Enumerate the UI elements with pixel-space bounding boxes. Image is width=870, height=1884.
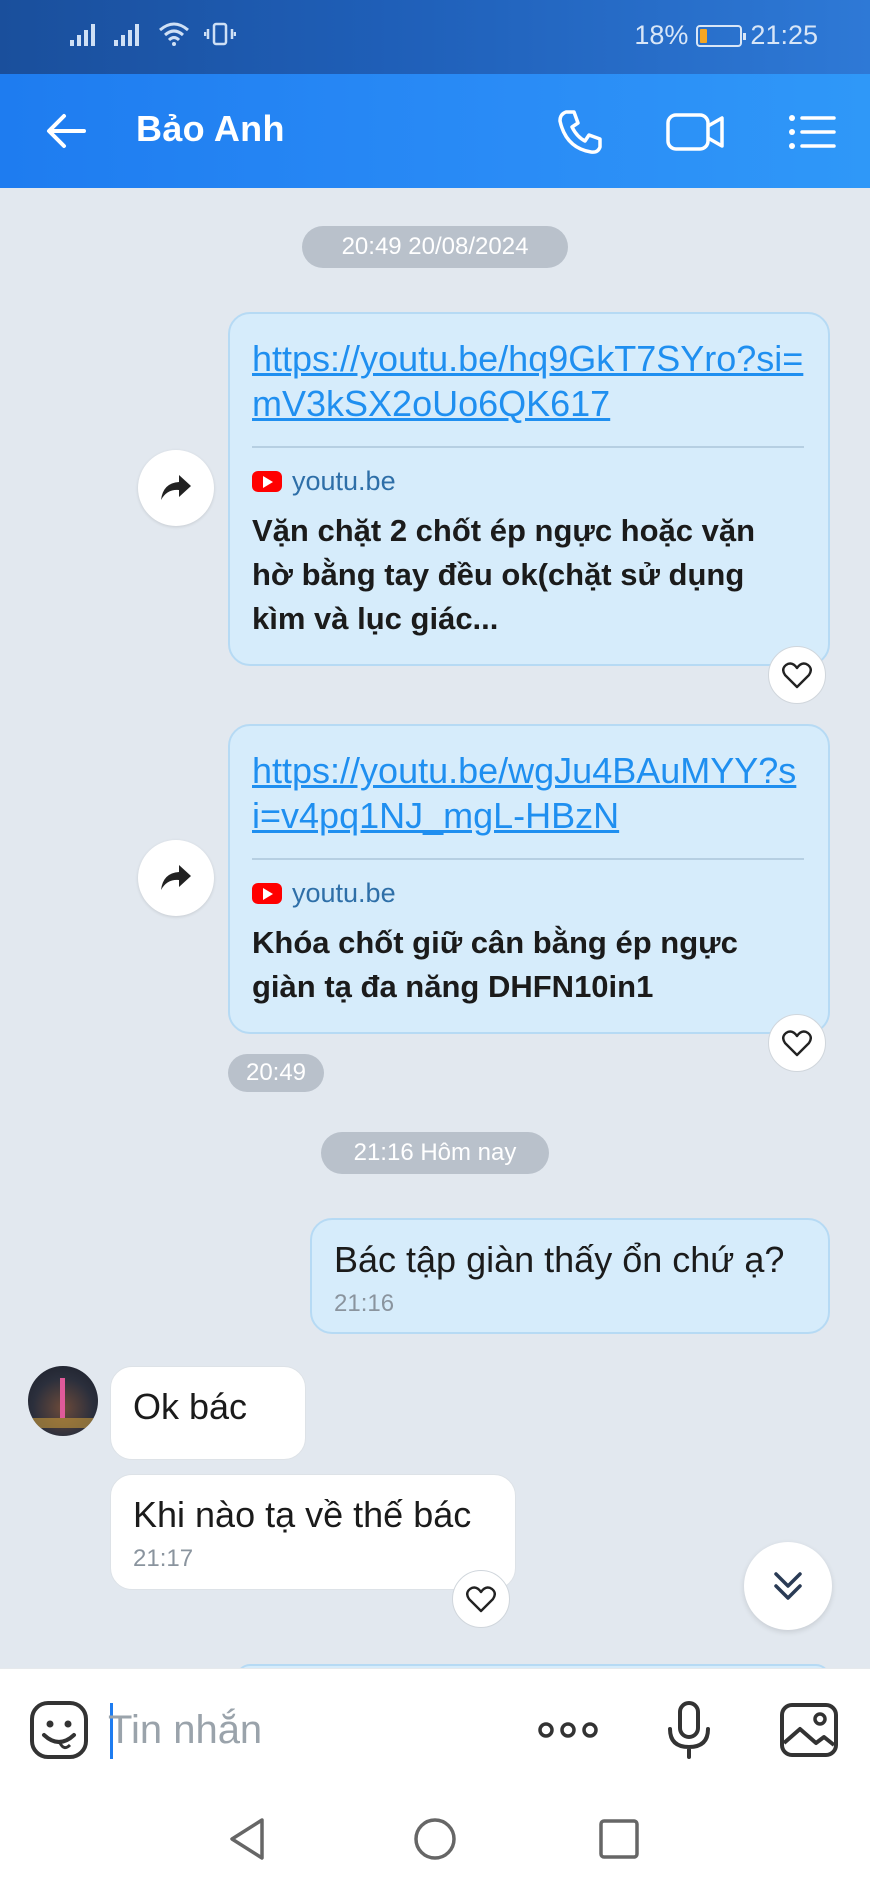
status-bar: 18% 21:25 — [0, 0, 870, 74]
signal-icon — [70, 24, 95, 46]
battery-percent: 18% — [634, 20, 689, 50]
vibrate-icon — [204, 22, 236, 46]
battery-icon — [696, 24, 747, 47]
message-time-badge: 20:49 — [228, 1054, 324, 1092]
message-time: 21:16 — [334, 1290, 395, 1317]
sticker-icon[interactable] — [28, 1699, 90, 1761]
wifi-icon — [159, 22, 189, 46]
chat-area[interactable]: 20:49 20/08/2024 https://youtu.be/hq9GkT… — [0, 188, 870, 1678]
scroll-to-bottom-button[interactable] — [744, 1542, 832, 1630]
share-forward-icon — [161, 865, 191, 890]
message-text: Ok bác — [133, 1386, 248, 1427]
message-input[interactable] — [108, 1699, 508, 1761]
menu-list-icon[interactable] — [784, 104, 840, 160]
phone-icon[interactable] — [552, 104, 608, 160]
chevron-double-down-icon — [774, 1572, 802, 1600]
image-icon[interactable] — [778, 1699, 840, 1761]
link-title: Khóa chốt giữ cân bằng ép ngực giàn tạ đ… — [252, 925, 738, 1004]
status-time: 21:25 — [750, 20, 818, 50]
link-title: Vặn chặt 2 chốt ép ngực hoặc vặn hờ bằng… — [252, 513, 756, 636]
heart-icon — [466, 1586, 496, 1613]
share-forward-icon — [161, 475, 191, 500]
more-dots-icon[interactable] — [536, 1699, 600, 1761]
message-text: Bác tập giàn thấy ổn chứ ạ? — [334, 1239, 785, 1280]
battery-fill — [700, 28, 708, 43]
message-text: Khi nào tạ về thế bác — [133, 1494, 472, 1535]
react-heart-button[interactable] — [768, 1014, 826, 1072]
share-button[interactable] — [138, 840, 214, 916]
divider — [252, 858, 804, 860]
message-time: 21:17 — [133, 1545, 194, 1572]
nav-recents-icon[interactable] — [594, 1814, 644, 1864]
divider — [252, 446, 804, 448]
contact-name[interactable]: Bảo Anh — [136, 108, 285, 150]
link-message-bubble[interactable]: https://youtu.be/hq9GkT7SYro?si=mV3kSX2o… — [228, 312, 830, 666]
back-arrow-icon[interactable] — [40, 104, 94, 158]
heart-icon — [782, 1030, 812, 1057]
sent-message-bubble[interactable]: Bác tập giàn thấy ổn chứ ạ? 21:16 — [310, 1218, 830, 1334]
received-message-bubble[interactable]: Ok bác — [110, 1366, 306, 1460]
date-separator: 21:16 Hôm nay — [321, 1132, 549, 1174]
link-message-bubble[interactable]: https://youtu.be/wgJu4BAuMYY?si=v4pq1NJ_… — [228, 724, 830, 1034]
received-message-bubble[interactable]: Khi nào tạ về thế bác 21:17 — [110, 1474, 516, 1590]
link-url[interactable]: https://youtu.be/wgJu4BAuMYY?si=v4pq1NJ_… — [252, 748, 804, 838]
link-url[interactable]: https://youtu.be/hq9GkT7SYro?si=mV3kSX2o… — [252, 336, 804, 426]
link-source: youtu.be — [252, 878, 804, 909]
status-right: 18% 21:25 — [634, 20, 818, 51]
video-call-icon[interactable] — [664, 104, 728, 160]
react-heart-button[interactable] — [452, 1570, 510, 1628]
chat-header: Bảo Anh — [0, 74, 870, 188]
link-source-label: youtu.be — [292, 466, 396, 496]
nav-back-icon[interactable] — [224, 1814, 274, 1864]
status-left-icons — [70, 22, 236, 46]
heart-icon — [782, 662, 812, 689]
share-button[interactable] — [138, 450, 214, 526]
system-nav-bar — [0, 1792, 870, 1884]
youtube-icon — [252, 883, 282, 904]
signal-icon — [114, 24, 139, 46]
react-heart-button[interactable] — [768, 646, 826, 704]
link-source: youtu.be — [252, 466, 804, 497]
link-source-label: youtu.be — [292, 878, 396, 908]
contact-avatar[interactable] — [28, 1366, 98, 1436]
message-input-bar — [0, 1668, 870, 1792]
nav-home-icon[interactable] — [410, 1814, 460, 1864]
microphone-icon[interactable] — [658, 1699, 720, 1761]
youtube-icon — [252, 471, 282, 492]
date-separator: 20:49 20/08/2024 — [302, 226, 568, 268]
